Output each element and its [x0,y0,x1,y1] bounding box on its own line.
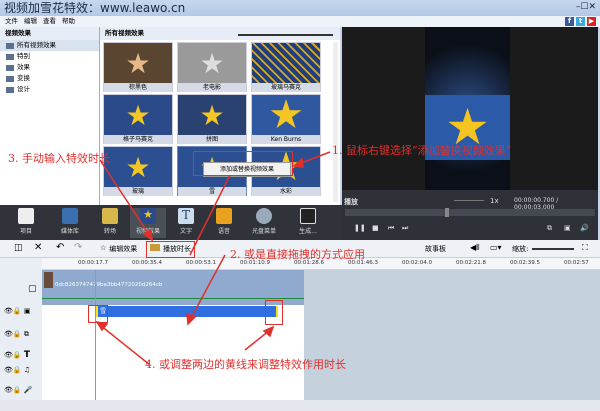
annotation-arrows [95,151,331,366]
annotation-2: 2. 或是直接拖拽的方式应用 [230,248,365,261]
annotation-1: 1. 鼠标右键选择“添加替换视频效果” [332,144,512,157]
annotation-4: 4. 或调整两边的黄线来调整特效作用时长 [145,358,346,371]
annotation-3: 3. 手动输入特效时长 [8,152,110,165]
